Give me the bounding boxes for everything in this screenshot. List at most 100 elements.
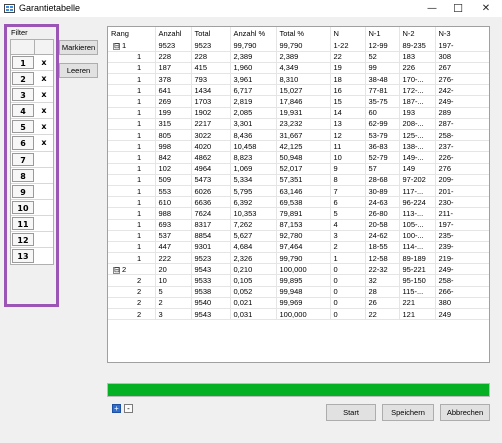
maximize-button[interactable]: ☐: [444, 0, 472, 17]
table-row[interactable]: 1 553 6026 5,795 63,146 7 30-89 117-... 201-: [108, 185, 489, 198]
filter-number-button[interactable]: 8: [12, 168, 34, 182]
anzahl-cell: 20: [155, 263, 192, 276]
filter-row[interactable]: 6x: [11, 135, 53, 152]
filter-mark-cell[interactable]: x: [35, 119, 53, 134]
filter-number-button[interactable]: 12: [12, 233, 34, 247]
table-row[interactable]: 1 805 3022 8,436 31,667 12 53-79 125-... 258-: [108, 129, 489, 142]
column-header[interactable]: N: [330, 27, 366, 40]
filter-number-button[interactable]: 1: [12, 56, 34, 70]
total-cell: 415: [191, 62, 231, 75]
filter-number-button[interactable]: 10: [12, 200, 34, 214]
filter-mark-cell[interactable]: [35, 232, 53, 247]
table-row[interactable]: 1 315 2217 3,301 23,232 13 62-99 208-... 287-: [108, 118, 489, 131]
expand-all-button[interactable]: +: [112, 404, 121, 413]
total-cell: 6026: [191, 185, 231, 198]
table-row[interactable]: 1 842 4862 8,823 50,948 10 52-79 149-... 226-: [108, 151, 489, 164]
filter-row[interactable]: 4x: [11, 103, 53, 120]
horizontal-scrollbar[interactable]: [107, 364, 490, 371]
markieren-button[interactable]: Markieren: [59, 40, 98, 55]
column-header[interactable]: Anzahl %: [230, 27, 277, 40]
column-header[interactable]: Total %: [276, 27, 331, 40]
filter-mark-cell[interactable]: [35, 184, 53, 199]
column-header[interactable]: Rang: [108, 27, 156, 40]
filter-number-button[interactable]: 7: [12, 152, 34, 166]
anzahl-cell: 378: [155, 73, 192, 86]
filter-mark-cell[interactable]: [35, 168, 53, 183]
filter-mark-cell[interactable]: [35, 152, 53, 167]
filter-mark-cell[interactable]: [35, 200, 53, 215]
filter-number-button[interactable]: 2: [12, 72, 34, 86]
tree-toggle-icon[interactable]: ⊟: [113, 42, 120, 50]
column-header[interactable]: N-1: [365, 27, 400, 40]
filter-row[interactable]: 11: [11, 216, 53, 233]
tree-branch-line: [113, 198, 137, 207]
filter-mark-cell[interactable]: x: [35, 87, 53, 102]
close-button[interactable]: ✕: [472, 0, 500, 17]
table-row[interactable]: 1 998 4020 10,458 42,125 11 36-83 138-... 237-: [108, 140, 489, 153]
filter-mark-cell[interactable]: [35, 216, 53, 231]
filter-mark-cell[interactable]: [35, 248, 53, 264]
table-row[interactable]: 1 509 5473 5,334 57,351 8 28-68 97-202 209-: [108, 174, 489, 186]
table-row[interactable]: 1 222 9523 2,326 99,790 1 12-58 89-189 219-: [108, 252, 489, 265]
start-button[interactable]: Start: [326, 404, 376, 421]
filter-number-button[interactable]: 4: [12, 104, 34, 118]
table-row[interactable]: 1 537 8854 5,627 92,780 3 24-62 100-... 235-: [108, 230, 489, 242]
column-header[interactable]: N-2: [399, 27, 436, 40]
filter-row[interactable]: 9: [11, 184, 53, 200]
table-row[interactable]: 1 102 4964 1,069 52,017 9 57 149 276: [108, 163, 489, 175]
table-row[interactable]: 1 988 7624 10,353 79,891 5 26-80 113-... 211-: [108, 207, 489, 220]
anzp-cell: 5,795: [230, 185, 277, 198]
filter-mark-cell[interactable]: x: [35, 71, 53, 86]
column-header[interactable]: Anzahl: [155, 27, 192, 40]
filter-mark-cell[interactable]: x: [35, 103, 53, 118]
filter-row[interactable]: 8: [11, 168, 53, 184]
rang-cell: 1: [137, 130, 142, 140]
table-row[interactable]: 2 10 9533 0,105 99,895 0 32 95-150 258-: [108, 274, 489, 287]
table-row[interactable]: 1 641 1434 6,717 15,027 16 77-81 172-... 242-: [108, 84, 489, 97]
table-row[interactable]: 1 269 1703 2,819 17,846 15 35-75 187-... 249-: [108, 95, 489, 108]
column-header[interactable]: Total: [191, 27, 231, 40]
table-row[interactable]: 1 610 6636 6,392 69,538 6 24-63 96-224 230-: [108, 196, 489, 209]
tree-branch-line: [113, 187, 137, 196]
filter-row[interactable]: 7: [11, 152, 53, 168]
group-row[interactable]: ⊟ 2 20 9543 0,210 100,000 0 22-32 95-221 249-: [108, 263, 489, 276]
minimize-button[interactable]: —: [418, 0, 446, 17]
speichern-button[interactable]: Speichern: [382, 404, 434, 421]
tree-toggle-icon[interactable]: ⊟: [113, 266, 120, 274]
leeren-button[interactable]: Leeren: [59, 63, 98, 78]
table-row[interactable]: 1 228 228 2,389 2,389 22 52 183 308: [108, 51, 489, 63]
filter-number-button[interactable]: 11: [12, 216, 34, 231]
filter-row[interactable]: 2x: [11, 71, 53, 88]
column-header[interactable]: N-3: [435, 27, 489, 40]
abbrechen-button[interactable]: Abbrechen: [440, 404, 490, 421]
filter-number-button[interactable]: 5: [12, 120, 34, 134]
filter-row[interactable]: 5x: [11, 119, 53, 136]
filter-grid[interactable]: 1 x 2 x 3 x 4 x 5 x 6 x 7 8 9 10 11 12 13: [10, 39, 54, 266]
filter-number-button[interactable]: 6: [12, 136, 34, 150]
table-row[interactable]: 1 693 8317 7,262 87,153 4 20-58 105-... 197-: [108, 219, 489, 231]
table-row[interactable]: 1 378 793 3,961 8,310 18 38-48 170-... 276-: [108, 73, 489, 86]
group-row[interactable]: ⊟ 1 9523 9523 99,790 99,790 1-22 12-99 89-235 197…: [108, 40, 489, 52]
n3-cell: 211-: [435, 207, 489, 220]
filter-row[interactable]: 10: [11, 200, 53, 216]
table-row[interactable]: 1 187 415 1,960 4,349 19 99 226 267: [108, 62, 489, 75]
filter-row[interactable]: 1x: [11, 55, 53, 72]
table-row[interactable]: 2 3 9543 0,031 100,000 0 22 121 249: [108, 308, 489, 321]
table-row[interactable]: 1 447 9301 4,684 97,464 2 18-55 114-... 239-: [108, 241, 489, 254]
table-row[interactable]: 1 199 1902 2,085 19,931 14 60 193 289: [108, 107, 489, 119]
anzahl-cell: 187: [155, 62, 192, 75]
filter-row[interactable]: 3x: [11, 87, 53, 104]
table-row[interactable]: 2 2 9540 0,021 99,969 0 26 221 380: [108, 297, 489, 310]
n2-cell: 115-...: [399, 286, 436, 298]
filter-number-button[interactable]: 9: [12, 184, 34, 198]
filter-row[interactable]: 13: [11, 248, 53, 264]
filter-mark-cell[interactable]: x: [35, 135, 53, 150]
n1-cell: 26-80: [365, 207, 400, 220]
filter-number-button[interactable]: 3: [12, 88, 34, 102]
filter-row[interactable]: 12: [11, 232, 53, 249]
collapse-all-button[interactable]: -: [124, 404, 133, 413]
filter-mark-cell[interactable]: x: [35, 55, 53, 70]
filter-number-button[interactable]: 13: [12, 249, 34, 264]
app-icon: [4, 4, 15, 13]
table-row[interactable]: 2 5 9538 0,052 99,948 0 28 115-... 266-: [108, 286, 489, 298]
